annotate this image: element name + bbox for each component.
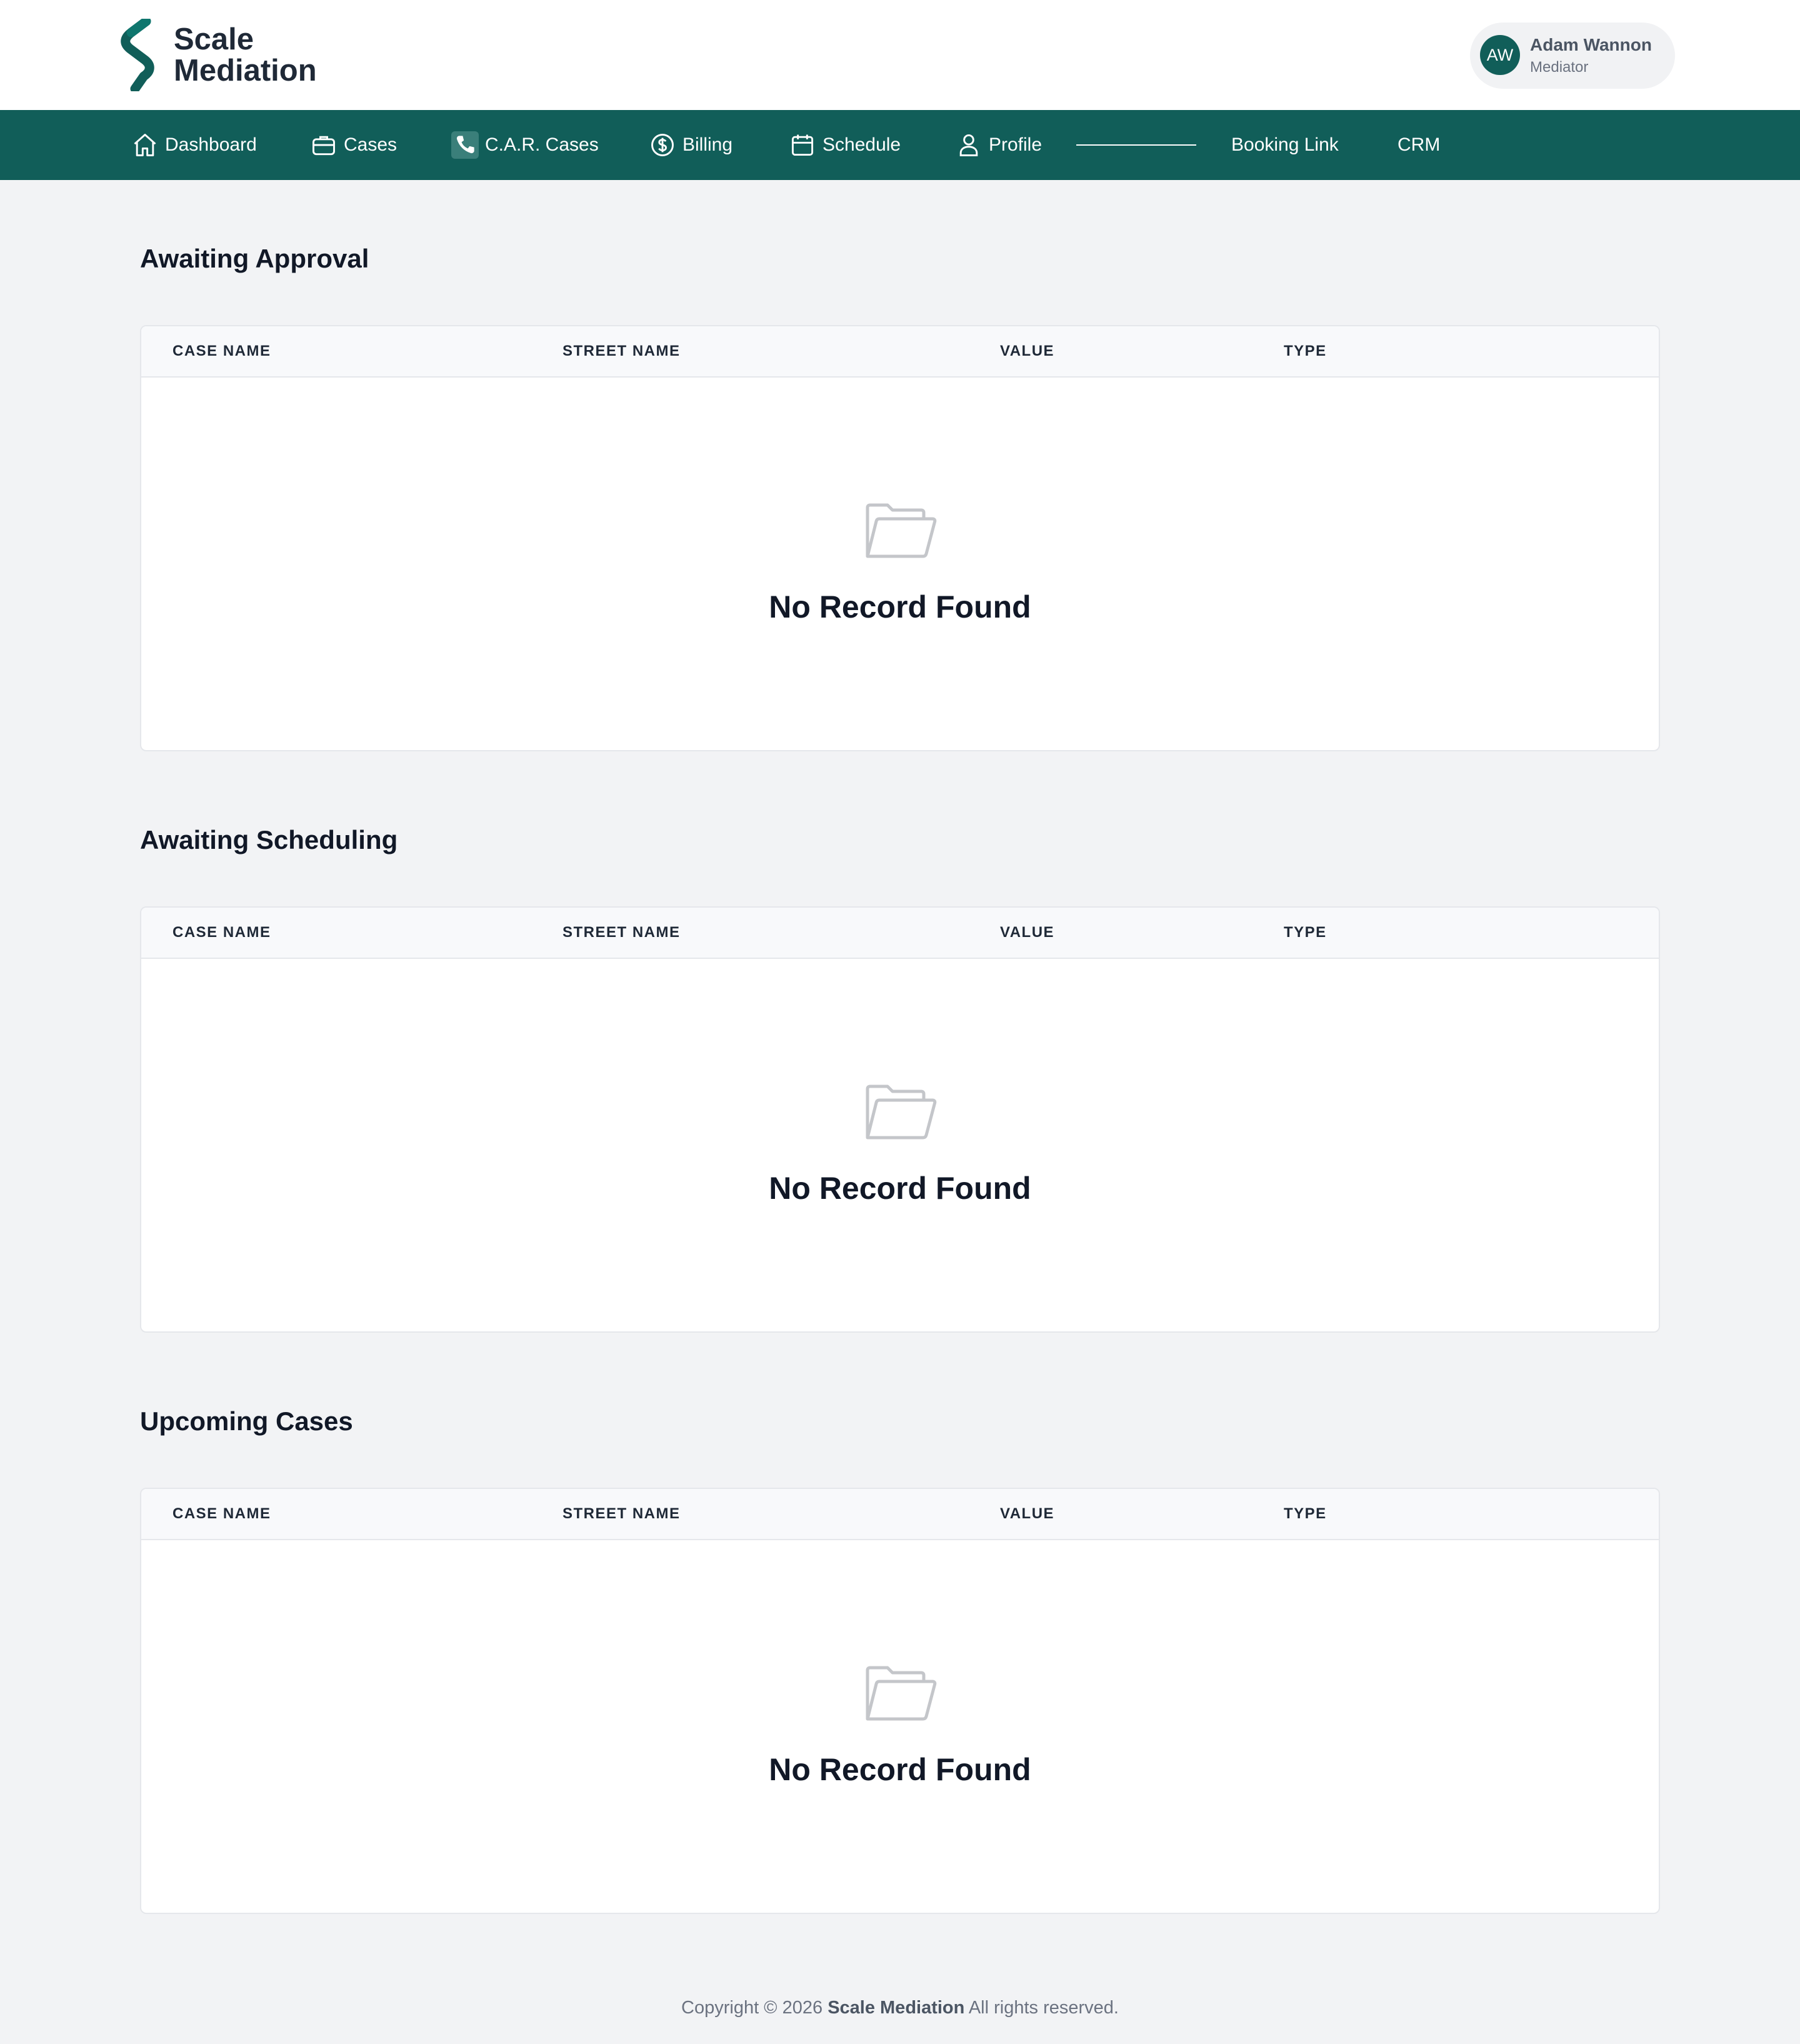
footer: Copyright © 2026 Scale Mediation All rig… [0,1998,1800,2018]
user-menu[interactable]: AW Adam Wannon Mediator [1470,23,1675,89]
column-header-case-name[interactable]: CASE NAME [172,908,271,958]
brand-name-line1: Scale [174,23,254,56]
nav-item-crm[interactable]: CRM [1398,110,1440,180]
section-title-awaiting-scheduling: Awaiting Scheduling [140,825,398,854]
nav-item-car-cases[interactable]: C.A.R. Cases [451,110,599,180]
column-header-case-name[interactable]: CASE NAME [172,1489,271,1539]
nav-item-schedule[interactable]: Schedule [789,110,901,180]
nav-item-label: C.A.R. Cases [485,134,599,155]
awaiting-approval-table: CASE NAME STREET NAME VALUE TYPE No Reco… [140,325,1660,751]
nav-item-label: Profile [989,134,1042,155]
user-name: Adam Wannon [1530,35,1652,54]
nav-item-profile[interactable]: Profile [955,110,1042,180]
nav-item-label: Booking Link [1231,134,1339,155]
empty-state-message: No Record Found [769,589,1031,624]
table-header: CASE NAME STREET NAME VALUE TYPE [141,908,1659,959]
column-header-value[interactable]: VALUE [1000,326,1054,376]
footer-rights: All rights reserved. [968,1998,1119,2018]
column-header-case-name[interactable]: CASE NAME [172,326,271,376]
nav-divider [1076,144,1196,146]
column-header-value[interactable]: VALUE [1000,1489,1054,1539]
user-role: Mediator [1530,59,1589,76]
folder-open-icon [866,1666,937,1721]
briefcase-icon [310,131,338,159]
folder-open-icon [866,1085,937,1140]
home-icon [131,131,159,159]
top-header: Scale Mediation AW Adam Wannon Mediator [0,0,1800,110]
column-header-type[interactable]: TYPE [1284,908,1327,958]
nav-item-label: Cases [344,134,398,155]
footer-brand: Scale Mediation [828,1998,965,2018]
table-header: CASE NAME STREET NAME VALUE TYPE [141,1489,1659,1540]
nav-item-label: Dashboard [165,134,257,155]
column-header-type[interactable]: TYPE [1284,1489,1327,1539]
column-header-type[interactable]: TYPE [1284,326,1327,376]
calendar-icon [789,131,816,159]
avatar: AW [1480,35,1520,75]
main-nav: Dashboard Cases C.A.R. Cases Billing Sch… [0,110,1800,180]
footer-copyright: Copyright © 2026 [681,1998,823,2018]
awaiting-scheduling-table: CASE NAME STREET NAME VALUE TYPE No Reco… [140,906,1660,1333]
brand-name: Scale Mediation [174,24,317,86]
table-header: CASE NAME STREET NAME VALUE TYPE [141,326,1659,378]
dollar-circle-icon [649,131,676,159]
empty-state-message: No Record Found [769,1752,1031,1787]
column-header-street-name[interactable]: STREET NAME [562,1489,681,1539]
section-title-awaiting-approval: Awaiting Approval [140,244,369,273]
folder-open-icon [866,503,937,558]
column-header-value[interactable]: VALUE [1000,908,1054,958]
nav-item-label: Schedule [822,134,901,155]
column-header-street-name[interactable]: STREET NAME [562,326,681,376]
column-header-street-name[interactable]: STREET NAME [562,908,681,958]
brand-logo-mark [121,19,154,91]
nav-item-billing[interactable]: Billing [649,110,732,180]
nav-item-label: CRM [1398,134,1441,155]
nav-item-cases[interactable]: Cases [310,110,397,180]
nav-item-label: Billing [682,134,733,155]
brand-logo[interactable]: Scale Mediation [118,19,317,91]
section-title-upcoming-cases: Upcoming Cases [140,1406,353,1436]
nav-item-booking-link[interactable]: Booking Link [1231,110,1339,180]
empty-state-message: No Record Found [769,1171,1031,1206]
phone-icon [451,131,479,159]
brand-name-line2: Mediation [174,54,317,88]
user-icon [955,131,982,159]
upcoming-cases-table: CASE NAME STREET NAME VALUE TYPE No Reco… [140,1488,1660,1914]
nav-item-dashboard[interactable]: Dashboard [131,110,257,180]
